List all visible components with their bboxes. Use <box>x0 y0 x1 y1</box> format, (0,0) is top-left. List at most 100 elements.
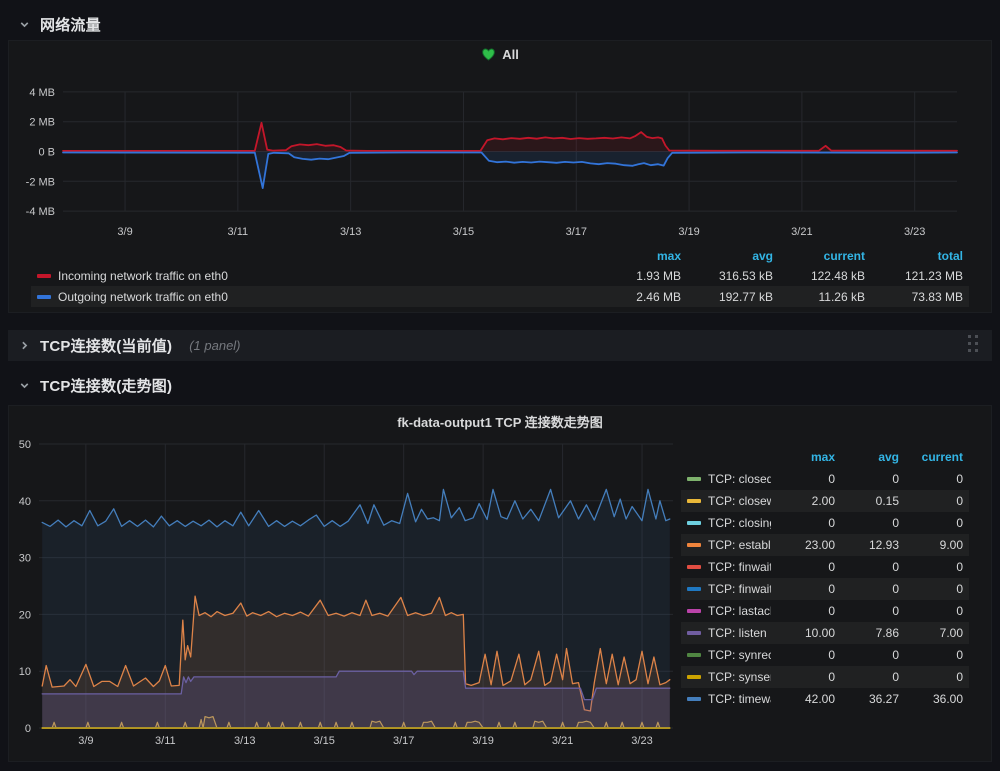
network-legend-table: maxavgcurrenttotal Incoming network traff… <box>31 247 969 307</box>
svg-text:20: 20 <box>19 609 31 621</box>
series-color-swatch[interactable] <box>687 565 701 569</box>
legend-series-toggle[interactable]: TCP: timewait <box>687 692 771 706</box>
svg-text:3/15: 3/15 <box>314 735 335 747</box>
legend-series-toggle[interactable]: TCP: closed <box>687 472 771 486</box>
svg-text:3/23: 3/23 <box>904 226 925 238</box>
legend-value: 0 <box>835 582 899 596</box>
legend-series-toggle[interactable]: Outgoing network traffic on eth0 <box>37 290 589 304</box>
legend-value: 0 <box>771 472 835 486</box>
svg-text:0 B: 0 B <box>38 147 55 159</box>
legend-value: 0 <box>771 670 835 684</box>
svg-text:3/21: 3/21 <box>791 226 812 238</box>
svg-text:0: 0 <box>25 723 31 735</box>
legend-row: TCP: synsent000 <box>681 666 969 688</box>
legend-sort-max[interactable]: max <box>589 249 681 263</box>
series-color-swatch[interactable] <box>687 653 701 657</box>
legend-series-toggle[interactable]: TCP: listen <box>687 626 771 640</box>
legend-value: 0 <box>835 604 899 618</box>
series-color-swatch[interactable] <box>687 609 701 613</box>
legend-series-toggle[interactable]: TCP: finwait1 <box>687 560 771 574</box>
legend-row: TCP: closed000 <box>681 468 969 490</box>
legend-series-name: TCP: timewait <box>708 692 771 706</box>
row-title-tcp-current: TCP连接数(当前值) <box>40 335 172 356</box>
legend-series-toggle[interactable]: Incoming network traffic on eth0 <box>37 269 589 283</box>
row-header-tcp-trend[interactable]: TCP连接数(走势图) <box>8 371 172 399</box>
legend-series-toggle[interactable]: TCP: finwait2 <box>687 582 771 596</box>
series-color-swatch[interactable] <box>687 543 701 547</box>
svg-text:3/19: 3/19 <box>678 226 699 238</box>
legend-value: 0 <box>771 604 835 618</box>
series-color-swatch[interactable] <box>687 697 701 701</box>
legend-value: 2.46 MB <box>589 290 681 304</box>
legend-value: 7.86 <box>835 626 899 640</box>
series-color-swatch[interactable] <box>687 477 701 481</box>
series-color-swatch[interactable] <box>687 587 701 591</box>
svg-text:3/13: 3/13 <box>234 735 255 747</box>
svg-text:-2 MB: -2 MB <box>26 176 55 188</box>
row-header-tcp-current[interactable]: TCP连接数(当前值) (1 panel) <box>8 330 992 361</box>
chevron-down-icon <box>18 18 31 31</box>
series-color-swatch[interactable] <box>687 675 701 679</box>
series-color-swatch[interactable] <box>687 521 701 525</box>
legend-sort-avg[interactable]: avg <box>835 450 899 464</box>
row-drag-handle-icon[interactable] <box>968 335 978 352</box>
legend-value: 2.00 <box>771 494 835 508</box>
panel-network-traffic: All 3/93/113/133/153/173/193/213/234 MB2… <box>8 40 992 313</box>
legend-value: 0 <box>835 516 899 530</box>
svg-text:3/23: 3/23 <box>631 735 652 747</box>
legend-series-toggle[interactable]: TCP: synrecv <box>687 648 771 662</box>
legend-series-toggle[interactable]: TCP: established <box>687 538 771 552</box>
svg-text:40: 40 <box>19 496 31 508</box>
legend-sort-current[interactable]: current <box>899 450 963 464</box>
legend-series-name: TCP: closewait <box>708 494 771 508</box>
legend-value: 0 <box>835 670 899 684</box>
svg-text:2 MB: 2 MB <box>29 117 55 129</box>
tcp-trend-chart[interactable]: 3/93/113/133/153/173/193/213/23010203040… <box>9 436 687 758</box>
series-color-swatch[interactable] <box>37 295 51 299</box>
panel-header-network[interactable]: All <box>9 41 991 67</box>
legend-row: TCP: finwait2000 <box>681 578 969 600</box>
legend-series-name: TCP: lastack <box>708 604 771 618</box>
legend-series-toggle[interactable]: TCP: synsent <box>687 670 771 684</box>
legend-series-name: TCP: finwait2 <box>708 582 771 596</box>
legend-row: TCP: timewait42.0036.2736.00 <box>681 688 969 710</box>
legend-series-name: TCP: synsent <box>708 670 771 684</box>
legend-sort-current[interactable]: current <box>773 249 865 263</box>
svg-text:30: 30 <box>19 553 31 565</box>
legend-sort-avg[interactable]: avg <box>681 249 773 263</box>
legend-row: Outgoing network traffic on eth0 2.46 MB1… <box>31 286 969 307</box>
legend-row: TCP: closing000 <box>681 512 969 534</box>
tcp-legend-table: maxavgcurrentTCP: closed000TCP: closewai… <box>681 446 969 710</box>
legend-value: 0 <box>771 560 835 574</box>
legend-series-name: TCP: finwait1 <box>708 560 771 574</box>
series-color-swatch[interactable] <box>687 499 701 503</box>
svg-text:3/15: 3/15 <box>453 226 474 238</box>
legend-value: 42.00 <box>771 692 835 706</box>
network-traffic-chart[interactable]: 3/93/113/133/153/173/193/213/234 MB2 MB0… <box>9 67 991 243</box>
legend-series-name: TCP: established <box>708 538 771 552</box>
panel-title-network: All <box>502 47 519 62</box>
legend-value: 0 <box>899 516 963 530</box>
legend-row: TCP: listen10.007.867.00 <box>681 622 969 644</box>
legend-value: 1.93 MB <box>589 269 681 283</box>
legend-series-toggle[interactable]: TCP: lastack <box>687 604 771 618</box>
panel-header-tcp[interactable]: fk-data-output1 TCP 连接数走势图 <box>9 406 991 436</box>
panel-tcp-trend: fk-data-output1 TCP 连接数走势图 3/93/113/133/… <box>8 405 992 762</box>
legend-value: 0 <box>835 648 899 662</box>
legend-value: 0 <box>899 494 963 508</box>
legend-value: 192.77 kB <box>681 290 773 304</box>
svg-text:3/11: 3/11 <box>228 226 249 238</box>
chevron-right-icon <box>18 339 31 352</box>
chevron-down-icon <box>18 379 31 392</box>
legend-value: 0 <box>835 560 899 574</box>
legend-sort-total[interactable]: total <box>865 249 963 263</box>
legend-row: Incoming network traffic on eth01.93 MB3… <box>31 265 969 286</box>
legend-sort-max[interactable]: max <box>771 450 835 464</box>
legend-value: 0 <box>771 582 835 596</box>
legend-series-toggle[interactable]: TCP: closing <box>687 516 771 530</box>
row-header-network[interactable]: 网络流量 <box>8 10 101 38</box>
series-color-swatch[interactable] <box>687 631 701 635</box>
series-color-swatch[interactable] <box>37 274 51 278</box>
legend-series-name: Outgoing network traffic on eth0 <box>58 290 228 304</box>
legend-series-toggle[interactable]: TCP: closewait <box>687 494 771 508</box>
